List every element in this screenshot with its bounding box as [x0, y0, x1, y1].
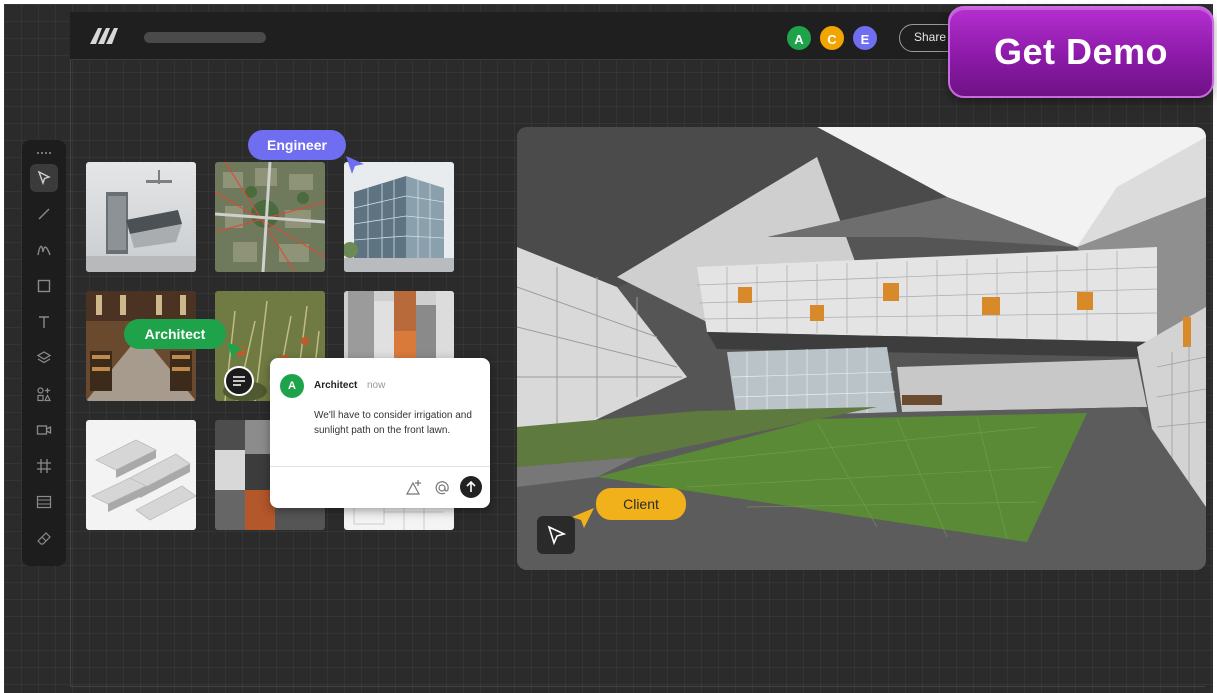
- pen-icon[interactable]: [30, 236, 58, 264]
- get-demo-button[interactable]: Get Demo: [948, 6, 1214, 98]
- client-cursor-icon: [572, 508, 594, 528]
- grid-icon[interactable]: [30, 452, 58, 480]
- frame-icon[interactable]: [30, 488, 58, 516]
- camera-icon[interactable]: [30, 416, 58, 444]
- drag-handle-icon[interactable]: [30, 144, 58, 160]
- text-icon[interactable]: [30, 308, 58, 336]
- comment-divider: [270, 466, 490, 467]
- engineer-cursor-icon: [346, 156, 364, 174]
- avatar-e[interactable]: E: [851, 24, 879, 52]
- rectangle-icon[interactable]: [30, 272, 58, 300]
- comment-author: Architect: [314, 380, 358, 391]
- shapes-icon[interactable]: [30, 380, 58, 408]
- comment-time: now: [367, 380, 386, 391]
- logo-icon[interactable]: [88, 24, 128, 48]
- layers-icon[interactable]: [30, 344, 58, 372]
- eraser-icon[interactable]: [30, 524, 58, 552]
- comment-pin-icon[interactable]: [224, 366, 254, 396]
- comment-avatar: A: [280, 374, 304, 398]
- app-canvas: A C E Share Engineer Architect A Archite…: [4, 4, 1213, 693]
- add-attachment-icon[interactable]: [404, 478, 424, 498]
- document-title-placeholder[interactable]: [144, 32, 266, 43]
- image-modern-building[interactable]: [86, 162, 196, 272]
- line-icon[interactable]: [30, 200, 58, 228]
- architect-cursor-icon: [227, 342, 245, 360]
- architect-tag: Architect: [124, 319, 226, 349]
- left-toolbar: [22, 140, 66, 566]
- mention-icon[interactable]: [432, 478, 452, 498]
- comment-text: We'll have to consider irrigation and su…: [314, 410, 472, 436]
- pointer-icon[interactable]: [30, 164, 58, 192]
- avatar-a[interactable]: A: [785, 24, 813, 52]
- comment-popup: A Architect now We'll have to consider i…: [270, 358, 490, 508]
- image-aerial-city-plan[interactable]: [215, 162, 325, 272]
- client-tag: Client: [596, 488, 686, 520]
- avatar-c[interactable]: C: [818, 24, 846, 52]
- send-button[interactable]: [460, 476, 482, 498]
- engineer-tag: Engineer: [248, 130, 346, 160]
- image-white-blocks[interactable]: [86, 420, 196, 530]
- image-glass-office-building[interactable]: [344, 162, 454, 272]
